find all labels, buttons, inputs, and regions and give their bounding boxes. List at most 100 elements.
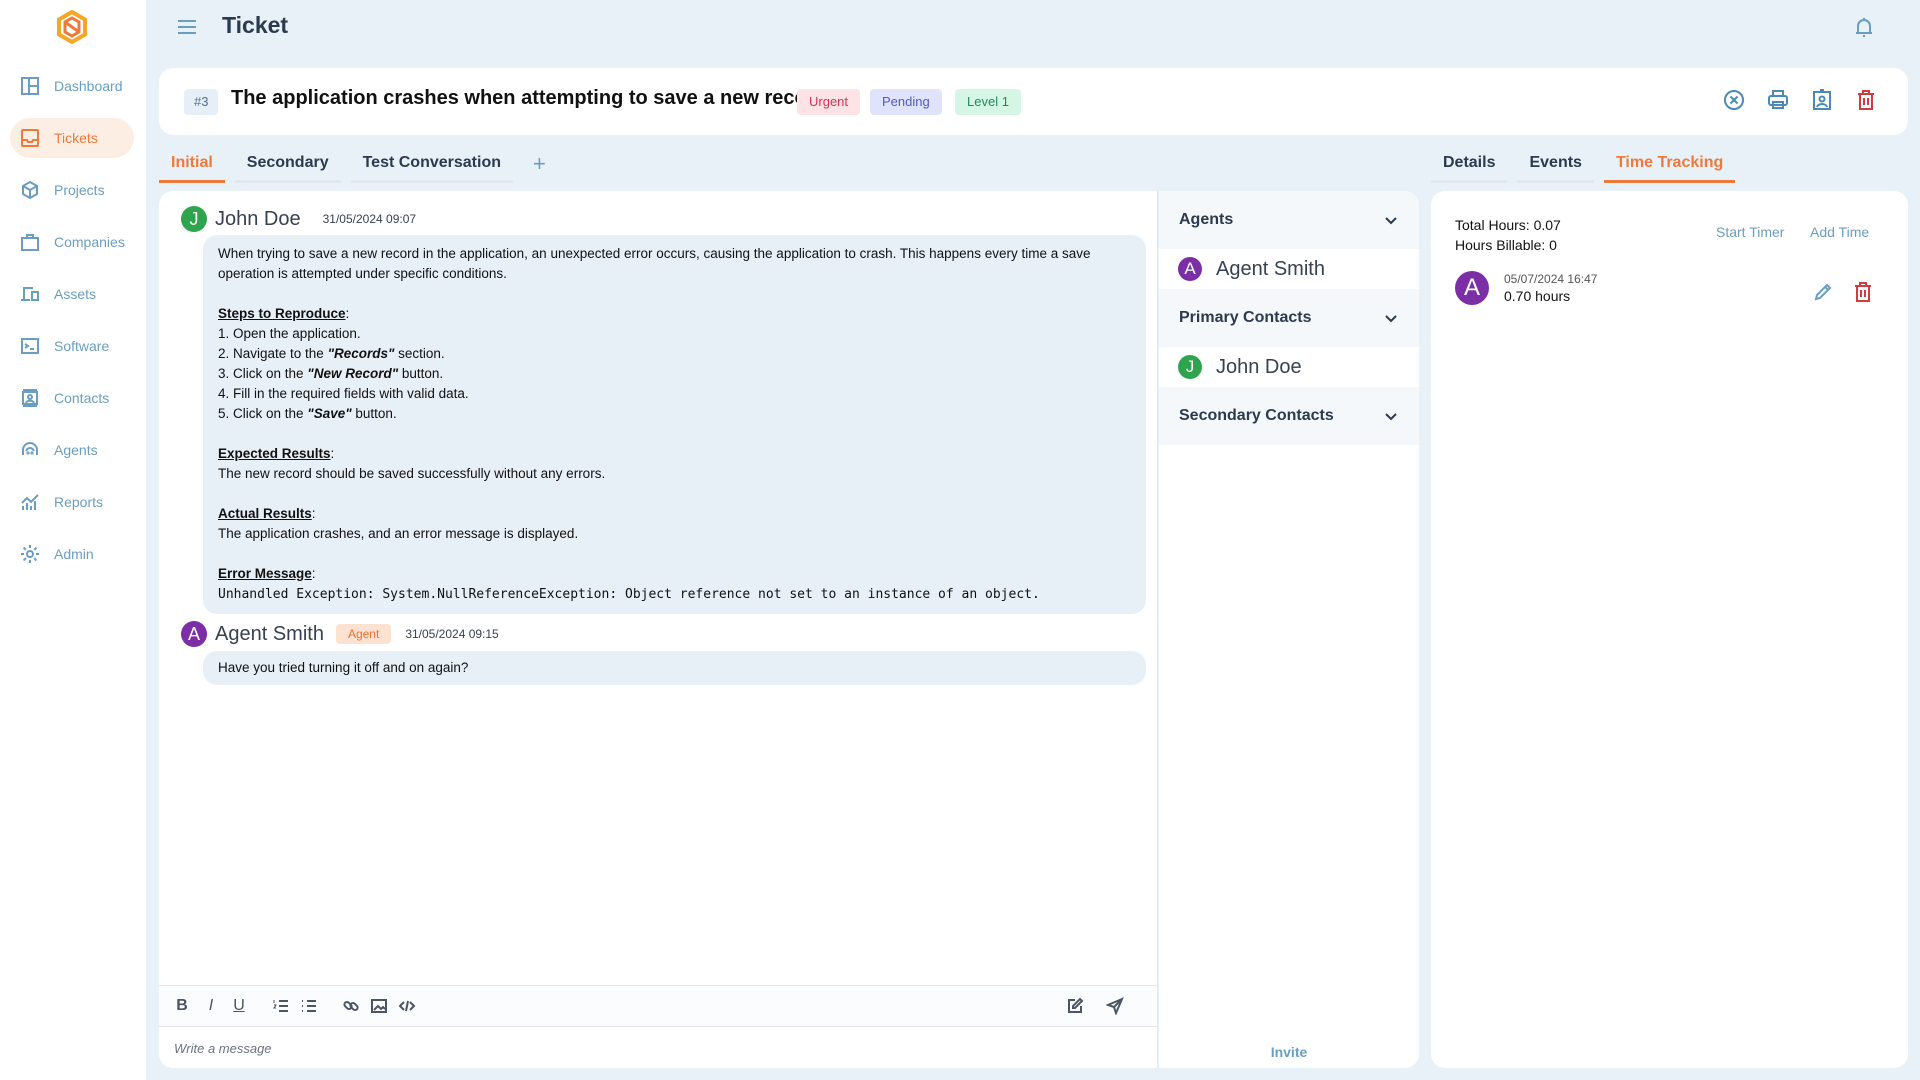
bullet-list-icon[interactable] [299,996,319,1016]
print-button[interactable] [1766,88,1790,112]
send-icon[interactable] [1105,996,1125,1016]
hours-billable: Hours Billable: 0 [1455,237,1557,253]
sidebar: Dashboard Tickets Projects Companies Ass… [0,0,146,1080]
message-input[interactable] [159,1028,1157,1068]
editor-toolbar: B I U [159,985,1157,1027]
sidebar-item-admin[interactable]: Admin [10,534,134,574]
secondary-contacts-section-header[interactable]: Secondary Contacts [1159,387,1419,445]
message-header: J John Doe 31/05/2024 09:07 [181,206,416,232]
add-time-button[interactable]: Add Time [1810,224,1869,240]
tab-test-conversation[interactable]: Test Conversation [350,150,513,183]
sidebar-item-tickets[interactable]: Tickets [10,118,134,158]
ticket-title: The application crashes when attempting … [231,87,827,109]
message-bubble: When trying to save a new record in the … [203,235,1146,614]
assign-contact-button[interactable] [1810,88,1834,112]
devices-icon [20,284,40,304]
message-bubble: Have you tried turning it off and on aga… [203,651,1146,685]
trash-icon [1858,90,1874,110]
step-4: 4. Fill in the required fields with vali… [218,386,469,401]
step-1: 1. Open the application. [218,326,361,341]
link-icon[interactable] [341,996,361,1016]
chevron-down-icon [1385,315,1397,323]
avatar: J [1178,355,1202,379]
ticket-number: #3 [184,89,219,115]
underline-icon[interactable]: U [229,996,249,1016]
ticket-actions [1722,88,1878,112]
italic-icon[interactable]: I [201,996,221,1016]
gear-icon [20,544,40,564]
headset-icon [20,440,40,460]
contact-badge-icon [1813,89,1831,110]
notification-bell-icon[interactable] [1852,15,1876,39]
primary-contacts-section-header[interactable]: Primary Contacts [1159,289,1419,347]
message-intro: When trying to save a new record in the … [218,246,1091,281]
status-badge[interactable]: Pending [870,89,942,115]
delete-time-entry-button[interactable] [1852,281,1874,303]
sidebar-item-dashboard[interactable]: Dashboard [10,66,134,106]
avatar: J [181,206,207,232]
message-author: John Doe [215,207,301,230]
bold-icon[interactable]: B [172,996,192,1016]
sidebar-item-label: Software [54,338,110,354]
invite-button[interactable]: Invite [1159,1044,1419,1060]
message-time: 31/05/2024 09:15 [405,627,499,641]
menu-icon[interactable] [176,16,198,38]
tab-time-tracking[interactable]: Time Tracking [1603,150,1736,183]
sidebar-item-label: Admin [54,546,94,562]
message-author: Agent Smith [215,622,324,645]
sidebar-item-assets[interactable]: Assets [10,274,134,314]
close-ticket-button[interactable] [1722,88,1746,112]
contact-row[interactable]: J John Doe [1159,347,1419,387]
terminal-icon [20,336,40,356]
tab-secondary[interactable]: Secondary [234,150,341,183]
close-circle-icon [1724,90,1744,110]
sidebar-item-label: Reports [54,494,104,510]
agent-role-badge: Agent [335,624,392,644]
secondary-contacts-heading: Secondary Contacts [1179,407,1334,424]
add-conversation-button[interactable]: + [533,150,546,183]
sidebar-item-companies[interactable]: Companies [10,222,134,262]
sidebar-item-contacts[interactable]: Contacts [10,378,134,418]
start-timer-button[interactable]: Start Timer [1716,224,1784,240]
sidebar-item-label: Companies [54,234,125,250]
agents-heading: Agents [1179,211,1234,228]
inbox-icon [20,128,40,148]
tab-details[interactable]: Details [1431,150,1508,183]
chevron-down-icon [1385,413,1397,421]
ordered-list-icon[interactable] [271,996,291,1016]
agent-row[interactable]: A Agent Smith [1159,249,1419,289]
expected-text: The new record should be saved successfu… [218,466,606,481]
actual-text: The application crashes, and an error me… [218,526,579,541]
time-entry-date: 05/07/2024 16:47 [1504,272,1598,286]
steps-heading: Steps to Reproduce [218,306,346,321]
total-hours: Total Hours: 0.07 [1455,217,1561,233]
message-time: 31/05/2024 09:07 [322,212,417,226]
ticket-header: #3 The application crashes when attempti… [159,68,1908,135]
people-panel: Agents A Agent Smith Primary Contacts J … [1159,191,1419,1068]
sidebar-item-reports[interactable]: Reports [10,482,134,522]
delete-ticket-button[interactable] [1854,88,1878,112]
code-icon[interactable] [397,996,417,1016]
time-entry-hours: 0.70 hours [1504,288,1571,304]
edit-time-entry-button[interactable] [1812,281,1834,303]
trash-icon [1855,282,1871,302]
image-icon[interactable] [369,996,389,1016]
sidebar-item-label: Tickets [54,130,98,146]
message-body: Have you tried turning it off and on aga… [218,660,469,675]
level-badge[interactable]: Level 1 [955,89,1021,115]
contact-card-icon [20,388,40,408]
step-5: 5. Click on the "Save" button. [218,406,397,421]
sidebar-item-projects[interactable]: Projects [10,170,134,210]
agents-section-header[interactable]: Agents [1159,191,1419,249]
chevron-down-icon [1385,217,1397,225]
pencil-icon [1814,283,1832,301]
priority-badge[interactable]: Urgent [797,89,861,115]
tab-initial[interactable]: Initial [159,150,225,183]
sidebar-item-software[interactable]: Software [10,326,134,366]
dashboard-icon [20,76,40,96]
app-logo-icon[interactable] [55,10,89,44]
sidebar-item-agents[interactable]: Agents [10,430,134,470]
tab-events[interactable]: Events [1517,150,1594,183]
note-icon[interactable] [1065,996,1085,1016]
sidebar-item-label: Agents [54,442,98,458]
